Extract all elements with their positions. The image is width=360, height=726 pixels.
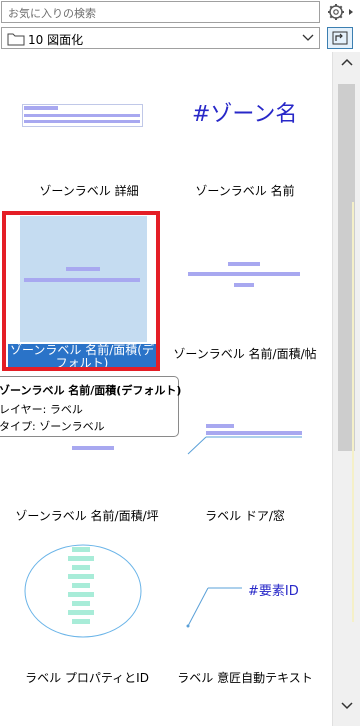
tooltip-title: ゾーンラベル 名前/面積(デフォルト) [0, 384, 182, 397]
item-tooltip: ゾーンラベル 名前/面積(デフォルト) レイヤー: ラベル タイプ: ゾーンラベ… [0, 376, 182, 437]
item-label: ラベル 意匠自動テキスト [177, 671, 313, 685]
item-preview [72, 446, 114, 450]
item-label: ゾーンラベル 名前/面積/坪 [15, 509, 159, 523]
vertical-scrollbar[interactable] [332, 52, 360, 726]
parent-folder-button[interactable] [327, 27, 353, 49]
tooltip-type: タイプ: ゾーンラベル [0, 420, 105, 433]
scroll-down-arrow-icon[interactable] [341, 702, 353, 710]
item-preview [188, 262, 300, 287]
chevron-down-icon [302, 34, 314, 41]
item-label: ラベル ドア/窓 [205, 509, 285, 523]
scroll-up-arrow-icon[interactable] [341, 58, 353, 66]
item-preview [187, 424, 302, 455]
item-preview-leader [186, 587, 242, 628]
favorites-search-input[interactable]: お気に入りの検索 [1, 1, 320, 23]
item-preview-text: #要素ID [248, 584, 299, 599]
item-label: ゾーンラベル 詳細 [39, 184, 139, 198]
item-label: ゾーンラベル 名前/面積/帖 [173, 347, 317, 361]
search-placeholder: お気に入りの検索 [8, 7, 96, 20]
red-highlight-frame [2, 211, 160, 371]
item-label: ラベル プロパティとID [25, 671, 149, 685]
item-label: ゾーンラベル 名前 [195, 184, 295, 198]
gear-icon [328, 4, 353, 20]
edge-marker [352, 202, 354, 622]
item-preview [22, 104, 143, 127]
folder-label: 10 図面化 [28, 33, 84, 47]
folder-up-icon [332, 31, 348, 45]
folder-select[interactable]: 10 図面化 [1, 27, 320, 49]
folder-icon [7, 33, 25, 46]
item-preview-text: #ゾーン名 [192, 102, 298, 127]
tooltip-layer: レイヤー: ラベル [0, 403, 83, 416]
settings-gear-button[interactable] [324, 1, 358, 23]
item-preview [24, 544, 142, 638]
